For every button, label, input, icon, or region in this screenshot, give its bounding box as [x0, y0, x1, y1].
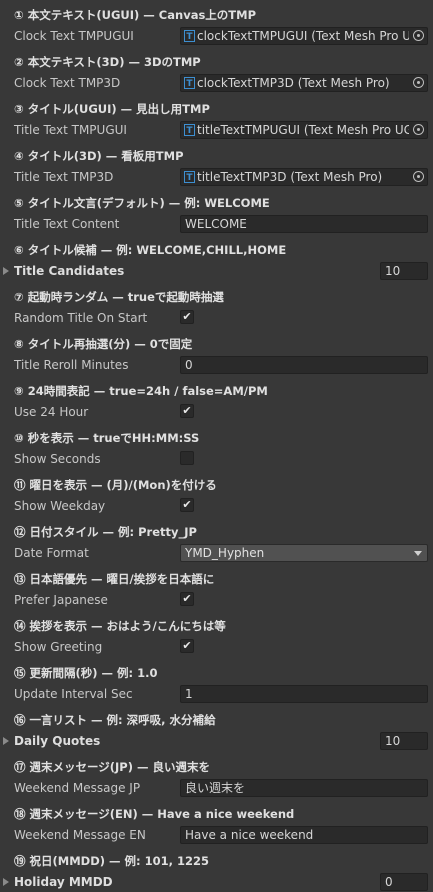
section-header: ⑦ 起動時ランダム — trueで起動時抽選 [14, 290, 224, 304]
foldout-arrow-icon[interactable] [3, 267, 9, 275]
object-picker-icon[interactable] [413, 124, 424, 135]
field-label: Show Seconds [14, 452, 101, 466]
field-label: Clock Text TMPUGUI [14, 29, 134, 43]
section-header: ⑨ 24時間表記 — true=24h / false=AM/PM [14, 384, 268, 398]
checkbox[interactable] [180, 451, 194, 465]
section-header: ⑧ タイトル再抽選(分) — 0で固定 [14, 337, 193, 351]
section-header: ⑯ 一言リスト — 例: 深呼吸, 水分補給 [14, 713, 216, 727]
section-header: ⑱ 週末メッセージ(EN) — Have a nice weekend [14, 807, 295, 821]
chevron-down-icon [414, 551, 422, 556]
field-label: Title Text TMPUGUI [14, 123, 127, 137]
field-label: Prefer Japanese [14, 593, 108, 607]
section-header: ⑮ 更新間隔(秒) — 例: 1.0 [14, 666, 158, 680]
array-foldout-label[interactable]: Holiday MMDD [14, 872, 113, 892]
section-header: ⑤ タイトル文言(デフォルト) — 例: WELCOME [14, 196, 270, 210]
object-field-value: titleTextTMP3D (Text Mesh Pro) [197, 170, 383, 184]
foldout-arrow-icon[interactable] [3, 737, 9, 745]
enum-dropdown[interactable]: YMD_Hyphen [180, 544, 428, 562]
field-label: Title Reroll Minutes [14, 358, 129, 372]
field-label: Title Text Content [14, 217, 120, 231]
text-input[interactable]: WELCOME [180, 215, 428, 233]
checkbox[interactable]: ✔ [180, 310, 194, 324]
object-field-value: titleTextTMPUGUI (Text Mesh Pro UGU [197, 123, 409, 137]
tmp-component-icon: T [184, 124, 195, 136]
tmp-component-icon: T [184, 171, 195, 183]
field-label: Title Text TMP3D [14, 170, 114, 184]
section-header: ④ タイトル(3D) — 看板用TMP [14, 149, 184, 163]
object-field[interactable]: T clockTextTMP3D (Text Mesh Pro) [180, 74, 428, 92]
section-header: ⑥ タイトル候補 — 例: WELCOME,CHILL,HOME [14, 243, 287, 257]
tmp-component-icon: T [184, 30, 195, 42]
checkbox[interactable]: ✔ [180, 404, 194, 418]
checkbox[interactable]: ✔ [180, 592, 194, 606]
array-size-input[interactable]: 0 [380, 873, 428, 891]
section-header: ⑩ 秒を表示 — trueでHH:MM:SS [14, 431, 200, 445]
section-header: ⑲ 祝日(MMDD) — 例: 101, 1225 [14, 854, 209, 868]
object-picker-icon[interactable] [413, 171, 424, 182]
field-label: Use 24 Hour [14, 405, 89, 419]
section-header: ⑪ 曜日を表示 — (月)/(Mon)を付ける [14, 478, 217, 492]
number-input[interactable]: 1 [180, 685, 428, 703]
tmp-component-icon: T [184, 77, 195, 89]
field-label: Clock Text TMP3D [14, 76, 121, 90]
checkbox[interactable]: ✔ [180, 639, 194, 653]
number-input[interactable]: 0 [180, 356, 428, 374]
section-header: ① 本文テキスト(UGUI) — Canvas上のTMP [14, 8, 257, 22]
object-picker-icon[interactable] [413, 30, 424, 41]
field-label: Show Greeting [14, 640, 103, 654]
field-label: Show Weekday [14, 499, 106, 513]
text-input[interactable]: 良い週末を [180, 779, 428, 797]
foldout-arrow-icon[interactable] [3, 878, 9, 886]
field-label: Weekend Message EN [14, 828, 146, 842]
array-size-input[interactable]: 10 [380, 262, 428, 280]
object-picker-icon[interactable] [413, 77, 424, 88]
field-label: Weekend Message JP [14, 781, 141, 795]
section-header: ③ タイトル(UGUI) — 見出し用TMP [14, 102, 210, 116]
array-size-input[interactable]: 10 [380, 732, 428, 750]
section-header: ② 本文テキスト(3D) — 3DのTMP [14, 55, 201, 69]
array-foldout-label[interactable]: Title Candidates [14, 261, 124, 281]
inspector-panel: ① 本文テキスト(UGUI) — Canvas上のTMP Clock Text … [0, 0, 433, 892]
section-header: ⑫ 日付スタイル — 例: Pretty_JP [14, 525, 197, 539]
section-header: ⑭ 挨拶を表示 — おはよう/こんにちは等 [14, 619, 226, 633]
object-field[interactable]: T titleTextTMPUGUI (Text Mesh Pro UGU [180, 121, 428, 139]
object-field[interactable]: T clockTextTMPUGUI (Text Mesh Pro U [180, 27, 428, 45]
field-label: Date Format [14, 546, 89, 560]
object-field-value: clockTextTMP3D (Text Mesh Pro) [197, 76, 390, 90]
array-foldout-label[interactable]: Daily Quotes [14, 731, 100, 751]
section-header: ⑰ 週末メッセージ(JP) — 良い週末を [14, 760, 210, 774]
checkbox[interactable]: ✔ [180, 498, 194, 512]
field-label: Random Title On Start [14, 311, 148, 325]
section-header: ⑬ 日本語優先 — 曜日/挨拶を日本語に [14, 572, 215, 586]
object-field[interactable]: T titleTextTMP3D (Text Mesh Pro) [180, 168, 428, 186]
field-label: Update Interval Sec [14, 687, 133, 701]
object-field-value: clockTextTMPUGUI (Text Mesh Pro U [197, 29, 409, 43]
dropdown-value: YMD_Hyphen [185, 546, 265, 560]
text-input[interactable]: Have a nice weekend [180, 826, 428, 844]
